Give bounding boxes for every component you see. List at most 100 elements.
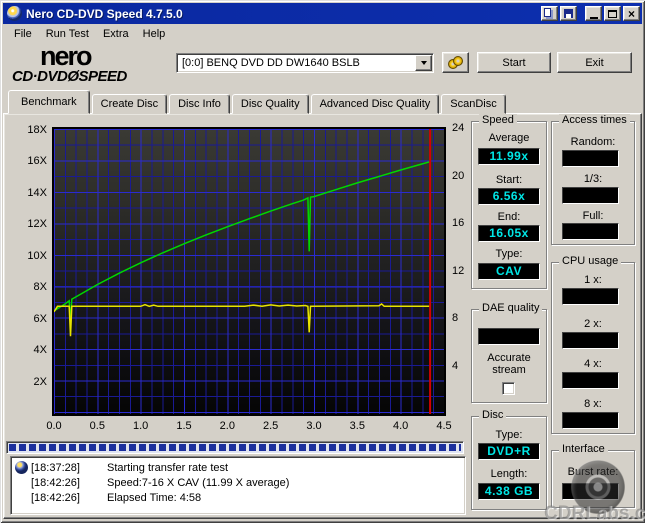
log-icon-spacer [15, 491, 28, 504]
cpu-1x-label: 1 x: [584, 274, 602, 286]
x-axis-tick: 0.0 [46, 420, 62, 432]
burst-rate-label: Burst rate: [567, 466, 619, 478]
report-icon [544, 8, 551, 17]
speed-average-value: 11.99x [478, 148, 540, 165]
speed-start-label: Start: [495, 174, 523, 186]
status-log[interactable]: [18:37:28] Starting transfer rate test [18… [10, 456, 466, 515]
log-line: [18:42:26] Elapsed Time: 4:58 [15, 490, 461, 505]
menu-item-file[interactable]: File [7, 26, 39, 42]
accurate-stream-checkbox[interactable] [502, 382, 515, 395]
y-axis-left-tick: 14X [27, 186, 47, 199]
nero-logo: nero CD·DVDØSPEED [12, 41, 142, 86]
access-times-group-title: Access times [559, 114, 630, 126]
minimize-button[interactable] [585, 6, 602, 21]
app-icon [7, 6, 22, 21]
cpu-8x-label: 8 x: [584, 398, 602, 410]
disc-type-value: DVD+R [478, 443, 540, 460]
speed-group: Speed Average 11.99x Start: 6.56x End: 1… [471, 114, 547, 289]
burst-rate-value [562, 483, 619, 500]
x-axis-tick: 3.5 [349, 420, 365, 432]
interface-group: Interface Burst rate: [551, 443, 635, 508]
y-axis-left-tick: 8X [33, 281, 47, 294]
exit-button[interactable]: Exit [557, 52, 632, 73]
access-one-third-label: 1/3: [583, 173, 603, 185]
nero-logo-subtitle: CD·DVDØSPEED [12, 68, 127, 85]
tab-disc-quality[interactable]: Disc Quality [231, 94, 309, 114]
y-axis-left-tick: 10X [27, 249, 47, 262]
speed-group-title: Speed [479, 114, 517, 126]
tab-disc-info[interactable]: Disc Info [169, 94, 230, 114]
cpu-usage-group: CPU usage 1 x: 2 x: 4 x: 8 x: [551, 255, 635, 434]
log-timestamp: [18:37:28] [31, 461, 80, 474]
nero-logo-word: nero [40, 41, 93, 71]
log-line: [18:42:26] Speed:7-16 X CAV (11.99 X aver… [15, 475, 461, 490]
disc-length-label: Length: [490, 468, 528, 480]
cpu-1x-value [562, 288, 619, 305]
menu-item-run-test[interactable]: Run Test [39, 26, 96, 42]
x-axis-tick: 1.0 [133, 420, 149, 432]
close-button[interactable]: × [623, 6, 640, 21]
speed-end-value: 16.05x [478, 225, 540, 242]
y-axis-right-tick: 4 [452, 359, 459, 372]
start-button[interactable]: Start [477, 52, 551, 73]
log-icon-spacer [15, 476, 28, 489]
cpu-2x-label: 2 x: [584, 318, 602, 330]
access-one-third-value [562, 187, 619, 204]
tab-benchmark[interactable]: Benchmark [8, 90, 90, 114]
y-axis-right-tick: 12 [452, 264, 465, 277]
speed-average-label: Average [488, 132, 530, 144]
cpu-2x-value [562, 332, 619, 349]
eject-discs-button[interactable] [442, 52, 469, 73]
y-axis-right-tick: 8 [452, 312, 459, 324]
x-axis-tick: 1.5 [176, 420, 192, 432]
y-axis-left-tick: 12X [27, 218, 47, 231]
disc-type-label: Type: [495, 429, 523, 441]
y-axis-left-tick: 16X [27, 155, 47, 168]
test-progress-bar [6, 441, 464, 454]
maximize-button[interactable] [604, 6, 621, 21]
drive-select-value: [0:0] BENQ DVD DD DW1640 BSLB [182, 57, 360, 69]
dae-quality-group: DAE quality Accurate stream [471, 302, 547, 403]
close-icon: × [627, 6, 635, 21]
access-random-label: Random: [570, 136, 616, 148]
x-axis-tick: 0.5 [89, 420, 105, 432]
menu-item-help[interactable]: Help [136, 26, 173, 42]
x-axis-tick: 4.5 [436, 420, 452, 432]
window-title: Nero CD-DVD Speed 4.7.5.0 [26, 6, 183, 21]
drive-select[interactable]: [0:0] BENQ DVD DD DW1640 BSLB [176, 53, 434, 73]
y-axis-right-tick: 20 [452, 169, 465, 182]
tab-advanced-disc-quality[interactable]: Advanced Disc Quality [310, 94, 440, 114]
tab-create-disc[interactable]: Create Disc [91, 94, 168, 114]
speed-type-label: Type: [495, 248, 523, 260]
save-icon [564, 9, 573, 18]
disc-group-title: Disc [479, 409, 507, 421]
rotation-speed-line [54, 303, 431, 337]
tab-scandisc[interactable]: ScanDisc [441, 94, 506, 114]
x-axis-tick: 2.5 [263, 420, 279, 432]
disc-icon [15, 461, 28, 474]
cpu-4x-value [562, 372, 619, 389]
menu-item-extra[interactable]: Extra [96, 26, 136, 42]
drive-select-arrow[interactable] [415, 55, 432, 71]
test-progress-fill [9, 444, 461, 451]
read-speed-curve [54, 160, 431, 323]
tab-bar: Benchmark Create Disc Disc Info Disc Qualit… [8, 90, 508, 114]
accurate-stream-label-line2: stream [492, 364, 526, 376]
report-button[interactable] [541, 6, 558, 21]
log-line: [18:37:28] Starting transfer rate test [15, 460, 461, 475]
title-bar: Nero CD-DVD Speed 4.7.5.0 × [3, 3, 642, 24]
log-message: Elapsed Time: 4:58 [107, 491, 202, 504]
speed-start-value: 6.56x [478, 188, 540, 205]
y-axis-left-tick: 6X [33, 312, 47, 325]
access-full-value [562, 223, 619, 240]
app-window: Nero CD-DVD Speed 4.7.5.0 × File Run Test… [0, 0, 645, 523]
log-message: Starting transfer rate test [107, 461, 229, 474]
x-axis-tick: 3.0 [306, 420, 322, 432]
y-axis-right-tick: 16 [452, 217, 465, 229]
log-message: Speed:7-16 X CAV (11.99 X average) [107, 476, 290, 489]
y-axis-right-tick: 24 [452, 122, 465, 134]
access-full-label: Full: [582, 210, 604, 222]
cpu-8x-value [562, 412, 619, 429]
save-button[interactable] [560, 6, 577, 21]
maximize-icon [608, 9, 617, 18]
